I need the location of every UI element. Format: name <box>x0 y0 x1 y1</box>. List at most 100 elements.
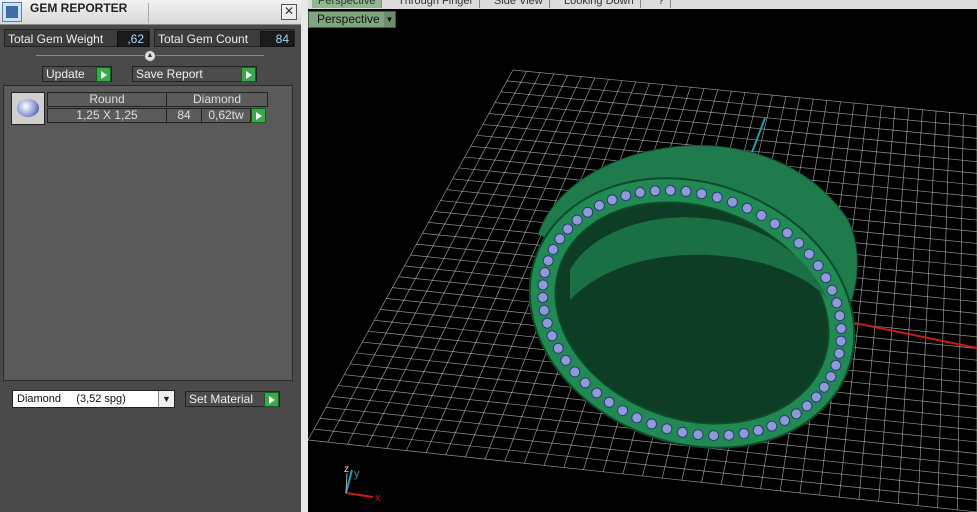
gem-stone <box>571 214 583 226</box>
gem-stone <box>591 387 603 399</box>
gem-stone <box>539 267 551 278</box>
gem-stone <box>593 200 605 211</box>
gem-stone <box>546 330 558 342</box>
tab-more[interactable]: ? <box>652 0 672 8</box>
gem-size: 1,25 X 1,25 <box>47 108 167 123</box>
gem-shape: Round <box>47 92 167 107</box>
axis-gizmo: x y z <box>344 464 381 504</box>
gem-stone <box>755 209 767 221</box>
grid-line <box>313 428 977 501</box>
axis-label-y: y <box>354 468 360 480</box>
tab-looking-down[interactable]: Looking Down <box>558 0 641 8</box>
axis-label-x: x <box>375 492 381 504</box>
gem-stone <box>680 185 692 197</box>
gem-stone <box>708 430 720 442</box>
gem-stone <box>810 391 822 403</box>
panel-title: GEM REPORTER <box>30 1 128 15</box>
gem-stone <box>769 218 781 230</box>
app-icon <box>2 2 22 22</box>
gem-reporter-panel: GEM REPORTER ✕ Total Gem Weight ,62 Tota… <box>0 0 301 512</box>
gem-stone <box>741 202 753 214</box>
grid-line <box>937 112 951 508</box>
gem-stone <box>537 292 549 303</box>
gem-stone <box>834 310 846 322</box>
gem-stone <box>554 233 566 245</box>
dropdown-arrow-icon[interactable]: ▼ <box>158 391 174 407</box>
3d-viewport[interactable]: x y z Perspective Through Finger Side Vi… <box>308 0 977 512</box>
grid-line <box>878 108 910 502</box>
gem-stone <box>825 371 837 383</box>
gem-stone <box>831 297 843 309</box>
view-tab-bar: Perspective Through Finger Side View Loo… <box>308 0 977 9</box>
set-material-button[interactable]: Set Material <box>185 391 280 407</box>
slider-handle[interactable]: ▲ <box>144 50 156 62</box>
gem-stone <box>826 284 838 296</box>
tab-through-finger[interactable]: Through Finger <box>392 0 481 8</box>
gem-stone <box>803 248 815 260</box>
gem-stone <box>620 190 632 202</box>
gem-stone <box>541 317 553 329</box>
total-count-label: Total Gem Count <box>158 32 249 46</box>
gem-stone <box>547 243 559 255</box>
gem-stone <box>649 185 661 197</box>
gem-stone <box>582 206 594 218</box>
gem-stone <box>820 272 832 284</box>
close-icon[interactable]: ✕ <box>281 4 297 20</box>
gem-stone <box>801 400 813 412</box>
gem-stone <box>661 423 673 435</box>
gem-stone <box>562 223 574 235</box>
gem-stone <box>542 255 554 267</box>
total-weight-field: Total Gem Weight ,62 <box>4 29 150 47</box>
gem-stone <box>579 377 591 389</box>
grid-line <box>917 111 937 506</box>
total-weight-label: Total Gem Weight <box>8 32 104 46</box>
update-label: Update <box>46 67 85 81</box>
go-arrow-icon[interactable] <box>251 108 266 123</box>
grid-line <box>858 107 896 500</box>
gem-count: 84 <box>166 108 202 123</box>
gem-stone <box>726 196 738 208</box>
gem-stone <box>646 418 658 430</box>
gem-stone <box>830 359 842 371</box>
gem-stone <box>569 366 581 378</box>
gem-stone <box>606 194 618 206</box>
gem-stone <box>560 354 572 366</box>
total-weight-value: ,62 <box>117 31 149 47</box>
gem-stone <box>779 415 791 426</box>
gem-stone <box>835 335 847 347</box>
update-button[interactable]: Update <box>42 66 112 82</box>
gem-thumbnail <box>11 92 45 125</box>
total-count-field: Total Gem Count 84 <box>154 29 295 47</box>
gem-stone <box>617 405 629 417</box>
view-name: Perspective <box>317 12 380 26</box>
gem-stone <box>723 429 735 441</box>
axis-label-z: z <box>344 464 349 475</box>
gem-stone <box>818 381 830 393</box>
gem-stone <box>766 420 778 432</box>
save-report-label: Save Report <box>136 67 203 81</box>
title-separator <box>148 3 149 23</box>
go-arrow-icon <box>241 67 256 82</box>
gem-stone <box>752 424 764 436</box>
gem-stone <box>537 279 549 291</box>
dropdown-arrow-icon[interactable]: ▼ <box>384 12 395 27</box>
set-material-label: Set Material <box>189 392 254 406</box>
gem-stone <box>603 396 615 408</box>
go-arrow-icon <box>96 67 111 82</box>
gem-stone <box>538 304 550 316</box>
gem-stone <box>833 348 845 359</box>
tab-side-view[interactable]: Side View <box>488 0 550 8</box>
panel-divider[interactable] <box>301 0 308 512</box>
view-menu-button[interactable]: Perspective ▼ <box>308 11 396 28</box>
gem-stone <box>676 426 688 438</box>
save-report-button[interactable]: Save Report <box>132 66 257 82</box>
gem-stone <box>664 184 676 196</box>
gem-stone <box>790 408 802 420</box>
material-select[interactable]: Diamond (3,52 spg) ▼ <box>12 390 175 408</box>
tab-perspective[interactable]: Perspective <box>312 0 383 8</box>
gem-stone <box>692 429 704 441</box>
gem-list: Round Diamond 1,25 X 1,25 84 0,62tw <box>3 85 293 381</box>
grid-line <box>308 439 977 512</box>
gem-stone <box>711 191 723 203</box>
grid-line <box>897 109 923 504</box>
